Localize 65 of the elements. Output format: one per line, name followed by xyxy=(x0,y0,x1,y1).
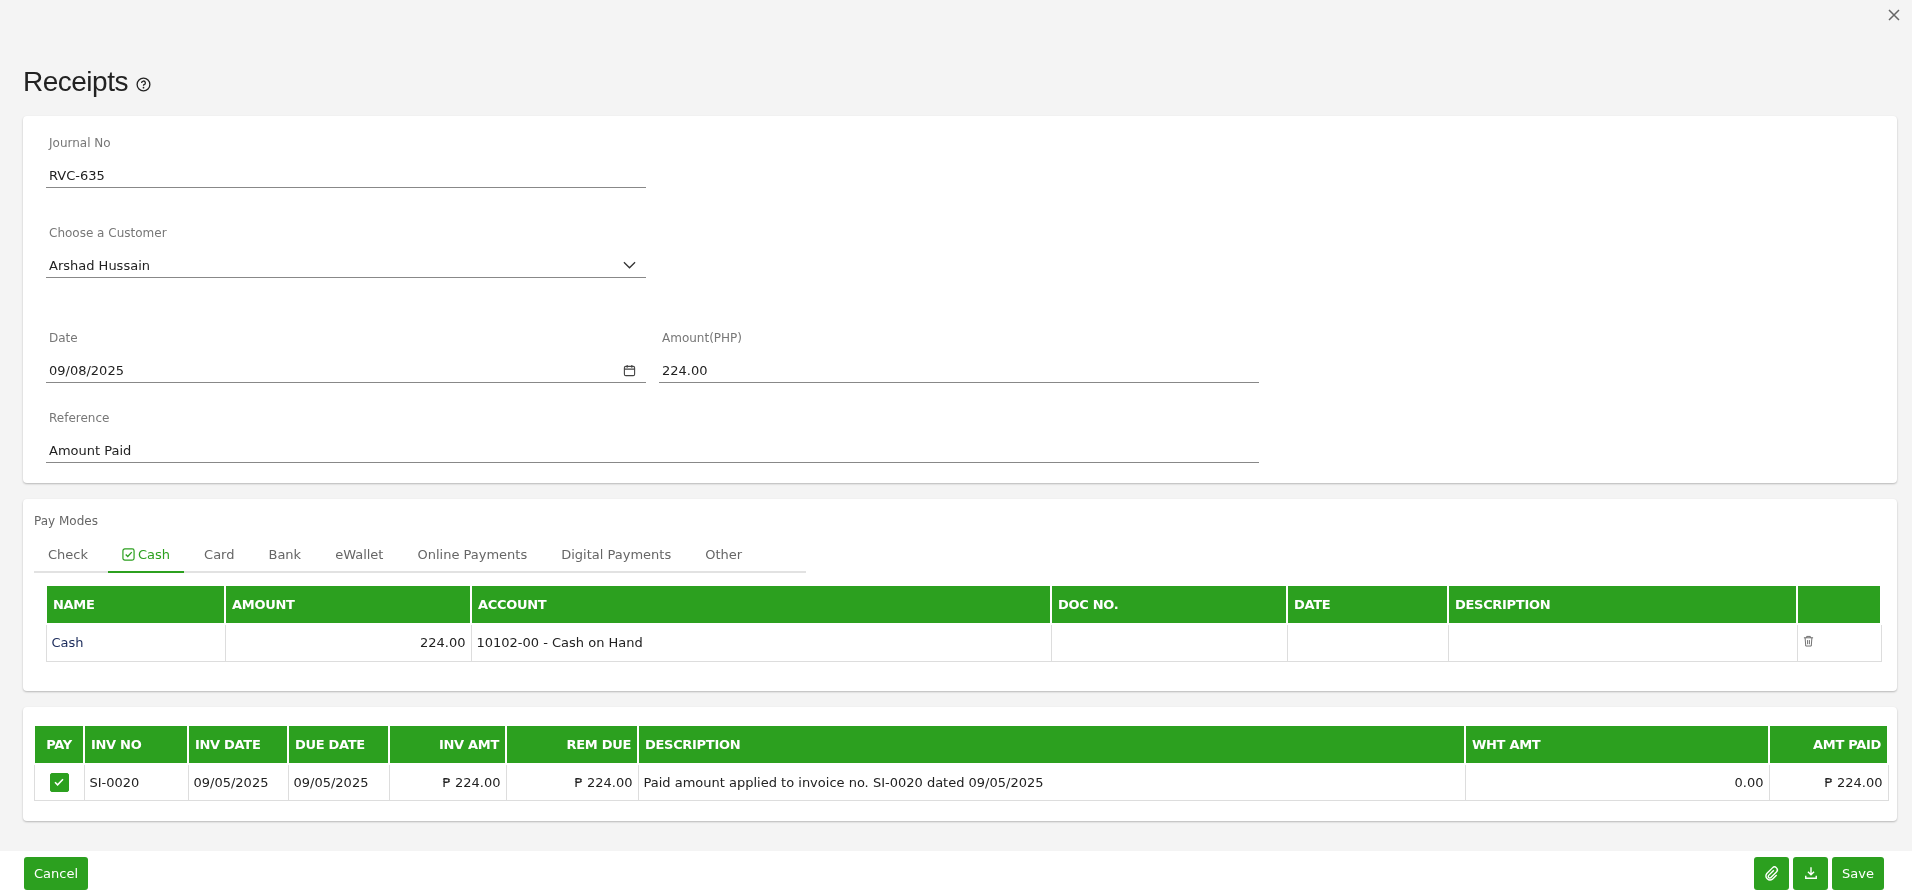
table-cell: ₱ 224.00 xyxy=(1769,763,1888,801)
pay-checkbox[interactable] xyxy=(49,772,69,792)
field-value: Amount Paid xyxy=(49,442,132,458)
column-header: DUE DATE xyxy=(288,725,389,764)
field-value: 09/08/2025 xyxy=(49,362,124,378)
column-header: DESCRIPTION xyxy=(1448,586,1797,624)
field-value: RVC-635 xyxy=(49,167,105,183)
tab[interactable]: Check xyxy=(34,547,102,573)
table-cell: ₱ 224.00 xyxy=(506,763,638,801)
trash-icon[interactable] xyxy=(1802,635,1814,648)
download-icon xyxy=(1803,866,1818,880)
field-label: Date xyxy=(48,331,79,346)
table-cell: 10102-00 - Cash on Hand xyxy=(471,624,1051,661)
table-cell: Cash xyxy=(46,624,225,661)
calendar-icon[interactable] xyxy=(623,363,636,377)
column-header: WHT AMT xyxy=(1465,725,1769,764)
tab[interactable]: eWallet xyxy=(321,547,398,573)
field-label: Journal No xyxy=(47,136,112,151)
tab[interactable]: Card xyxy=(190,547,249,573)
download-button[interactable] xyxy=(1793,856,1829,890)
table-cell: ₱ 224.00 xyxy=(389,763,506,801)
column-header: DOC NO. xyxy=(1051,586,1287,624)
form-field[interactable]: Amount(PHP) 224.00 xyxy=(659,331,1259,383)
cancel-button[interactable]: Cancel xyxy=(24,856,89,890)
help-icon[interactable] xyxy=(135,76,151,92)
column-header: DESCRIPTION xyxy=(638,725,1465,764)
field-value: 224.00 xyxy=(662,362,708,378)
check-icon xyxy=(53,776,65,789)
paperclip-icon xyxy=(1764,865,1780,881)
tab[interactable]: Other xyxy=(691,547,757,573)
column-header: AMOUNT xyxy=(225,586,471,624)
form-field[interactable]: Date 09/08/2025 xyxy=(46,331,646,383)
section-title: Pay Modes xyxy=(34,514,98,528)
column-header: INV AMT xyxy=(389,725,506,764)
table-cell: 224.00 xyxy=(225,624,471,661)
table-cell: 09/05/2025 xyxy=(288,763,389,801)
page-title: Receipts xyxy=(23,66,128,98)
table-cell: SI-0020 xyxy=(84,763,188,801)
column-header: AMT PAID xyxy=(1769,725,1888,764)
tab[interactable]: Online Payments xyxy=(403,547,542,573)
form-field[interactable]: Journal No RVC-635 xyxy=(46,136,646,188)
tab[interactable]: Cash xyxy=(108,547,185,573)
column-header: REM DUE xyxy=(506,725,638,764)
column-header: PAY xyxy=(34,725,84,764)
form-field[interactable]: Choose a Customer Arshad Hussain xyxy=(46,226,646,278)
tab[interactable]: Digital Payments xyxy=(547,547,686,573)
field-value: Arshad Hussain xyxy=(49,257,150,273)
table-cell: 0.00 xyxy=(1465,763,1769,801)
column-header: DATE xyxy=(1287,586,1448,624)
save-button[interactable]: Save xyxy=(1832,856,1884,890)
table-cell: 09/05/2025 xyxy=(188,763,288,801)
table-cell: Paid amount applied to invoice no. SI-0020 dated 09/05/2025 xyxy=(638,763,1465,801)
checkbox-checked-icon xyxy=(122,548,135,561)
field-label: Choose a Customer xyxy=(48,226,168,241)
attach-button[interactable] xyxy=(1754,856,1790,890)
form-field[interactable]: Reference Amount Paid xyxy=(46,411,1259,463)
field-label: Reference xyxy=(48,411,111,426)
column-header: INV NO xyxy=(84,725,188,764)
field-label: Amount(PHP) xyxy=(661,331,743,346)
column-header: INV DATE xyxy=(188,725,288,764)
chevron-down-icon xyxy=(623,261,636,269)
column-header: NAME xyxy=(46,586,225,624)
close-icon[interactable] xyxy=(1888,9,1900,21)
column-header: ACCOUNT xyxy=(471,586,1051,624)
tab[interactable]: Bank xyxy=(254,547,316,573)
